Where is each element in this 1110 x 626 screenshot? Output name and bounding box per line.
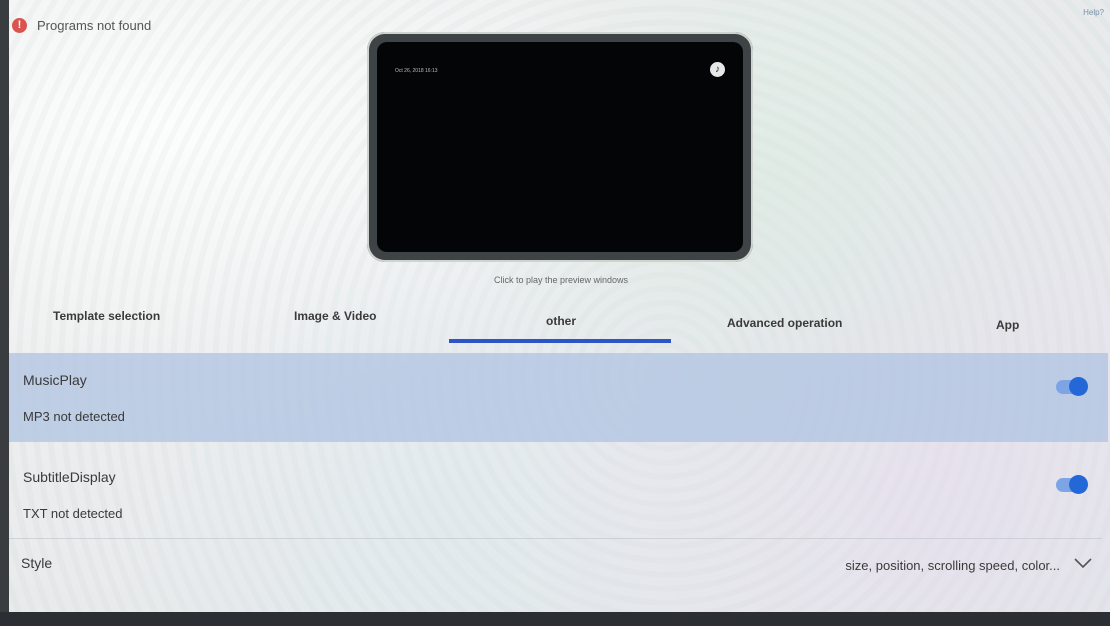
screen: ! Programs not found Help? Oct 26, 2018 … xyxy=(0,0,1110,626)
subtitle-display-row[interactable]: SubtitleDisplay TXT not detected xyxy=(9,450,1108,540)
subtitle-display-status: TXT not detected xyxy=(23,506,123,521)
music-play-row[interactable]: MusicPlay MP3 not detected xyxy=(9,353,1108,442)
style-description: size, position, scrolling speed, color..… xyxy=(845,558,1060,573)
music-note-icon: ♪ xyxy=(710,62,725,77)
style-title: Style xyxy=(21,555,53,571)
preview-caption: Click to play the preview windows xyxy=(493,275,629,285)
preview-screen[interactable]: Oct 26, 2018 16:13 ♪ xyxy=(377,42,743,252)
music-play-title: MusicPlay xyxy=(23,372,87,388)
tab-template-selection[interactable]: Template selection xyxy=(53,309,160,323)
tab-bar: Template selection Image & Video other A… xyxy=(9,296,1110,348)
toggle-knob xyxy=(1069,377,1088,396)
monitor-bezel-left xyxy=(0,0,9,626)
toggle-knob xyxy=(1069,475,1088,494)
music-play-toggle[interactable] xyxy=(1056,377,1088,396)
subtitle-display-title: SubtitleDisplay xyxy=(23,469,116,485)
tab-other[interactable]: other xyxy=(546,314,576,328)
music-play-status: MP3 not detected xyxy=(23,409,125,424)
style-row[interactable]: Style size, position, scrolling speed, c… xyxy=(9,545,1108,585)
tab-image-video[interactable]: Image & Video xyxy=(294,309,376,323)
monitor-bezel-bottom xyxy=(0,612,1110,626)
row-divider xyxy=(9,538,1102,539)
chevron-down-icon[interactable] xyxy=(1074,557,1092,569)
active-tab-indicator xyxy=(449,339,671,343)
tab-app[interactable]: App xyxy=(996,318,1019,332)
status-text: Programs not found xyxy=(37,18,152,33)
warning-icon: ! xyxy=(12,18,27,33)
tab-advanced-operation[interactable]: Advanced operation xyxy=(727,316,842,330)
subtitle-display-toggle[interactable] xyxy=(1056,475,1088,494)
preview-timestamp: Oct 26, 2018 16:13 xyxy=(395,68,438,74)
preview-window[interactable]: Oct 26, 2018 16:13 ♪ xyxy=(367,32,753,262)
status-message: ! Programs not found xyxy=(12,18,151,33)
help-link[interactable]: Help? xyxy=(1083,8,1104,17)
